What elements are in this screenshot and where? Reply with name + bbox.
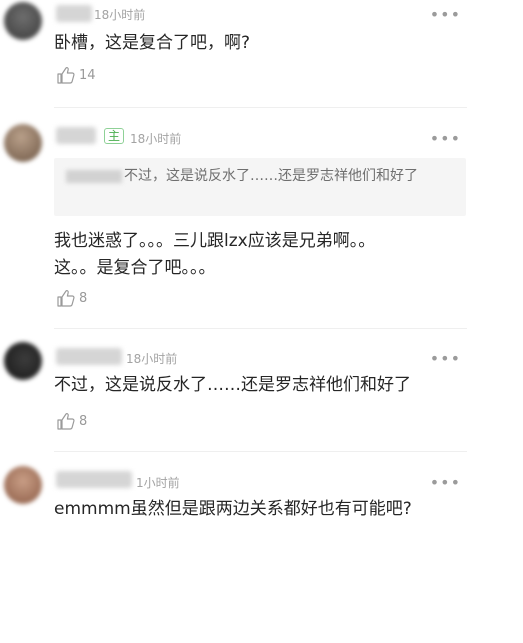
- quoted-username-blurred: [66, 169, 122, 183]
- like-count: 14: [79, 67, 96, 83]
- like-count: 8: [79, 290, 88, 306]
- comment-text: 不过，这是说反水了……还是罗志祥他们和好了: [54, 375, 411, 395]
- comment-text: 卧槽，这是复合了吧，啊?: [54, 33, 251, 53]
- author-badge: 主: [104, 128, 125, 144]
- username-blurred[interactable]: [56, 127, 96, 144]
- quoted-reply[interactable]: 不过，这是说反水了……还是罗志祥他们和好了: [54, 158, 466, 216]
- avatar[interactable]: [4, 466, 42, 504]
- more-options-icon[interactable]: •••: [430, 7, 461, 23]
- comment-text-line-2: 这。。是复合了吧。。。: [54, 258, 216, 278]
- divider: [54, 107, 467, 108]
- comment-time: 18小时前: [130, 132, 182, 146]
- avatar[interactable]: [4, 2, 42, 40]
- comment-text-line-1: 我也迷惑了。。。三儿跟lzx应该是兄弟啊。。: [54, 231, 376, 251]
- comment-time: 1小时前: [136, 476, 180, 490]
- comment-time: 18小时前: [94, 8, 146, 22]
- avatar[interactable]: [4, 342, 42, 380]
- like-button[interactable]: 14: [56, 66, 96, 84]
- like-button[interactable]: 8: [56, 289, 87, 307]
- more-options-icon[interactable]: •••: [430, 351, 461, 367]
- quoted-text: 不过，这是说反水了……还是罗志祥他们和好了: [124, 168, 418, 184]
- comment-text: emmmm虽然但是跟两边关系都好也有可能吧?: [54, 499, 412, 519]
- thumbs-up-icon: [57, 290, 75, 307]
- like-button[interactable]: 8: [56, 412, 87, 430]
- username-blurred[interactable]: [56, 348, 122, 365]
- username-blurred[interactable]: [56, 5, 92, 22]
- thumbs-up-icon: [57, 67, 75, 84]
- more-options-icon[interactable]: •••: [430, 131, 461, 147]
- comment-text: 我也迷惑了。。。三儿跟lzx应该是兄弟啊。。 这。。是复合了吧。。。: [54, 228, 464, 282]
- username-blurred[interactable]: [56, 471, 132, 488]
- comment-time: 18小时前: [126, 352, 178, 366]
- like-count: 8: [79, 413, 88, 429]
- divider: [54, 451, 467, 452]
- divider: [54, 328, 467, 329]
- avatar[interactable]: [4, 124, 42, 162]
- thumbs-up-icon: [57, 413, 75, 430]
- more-options-icon[interactable]: •••: [430, 475, 461, 491]
